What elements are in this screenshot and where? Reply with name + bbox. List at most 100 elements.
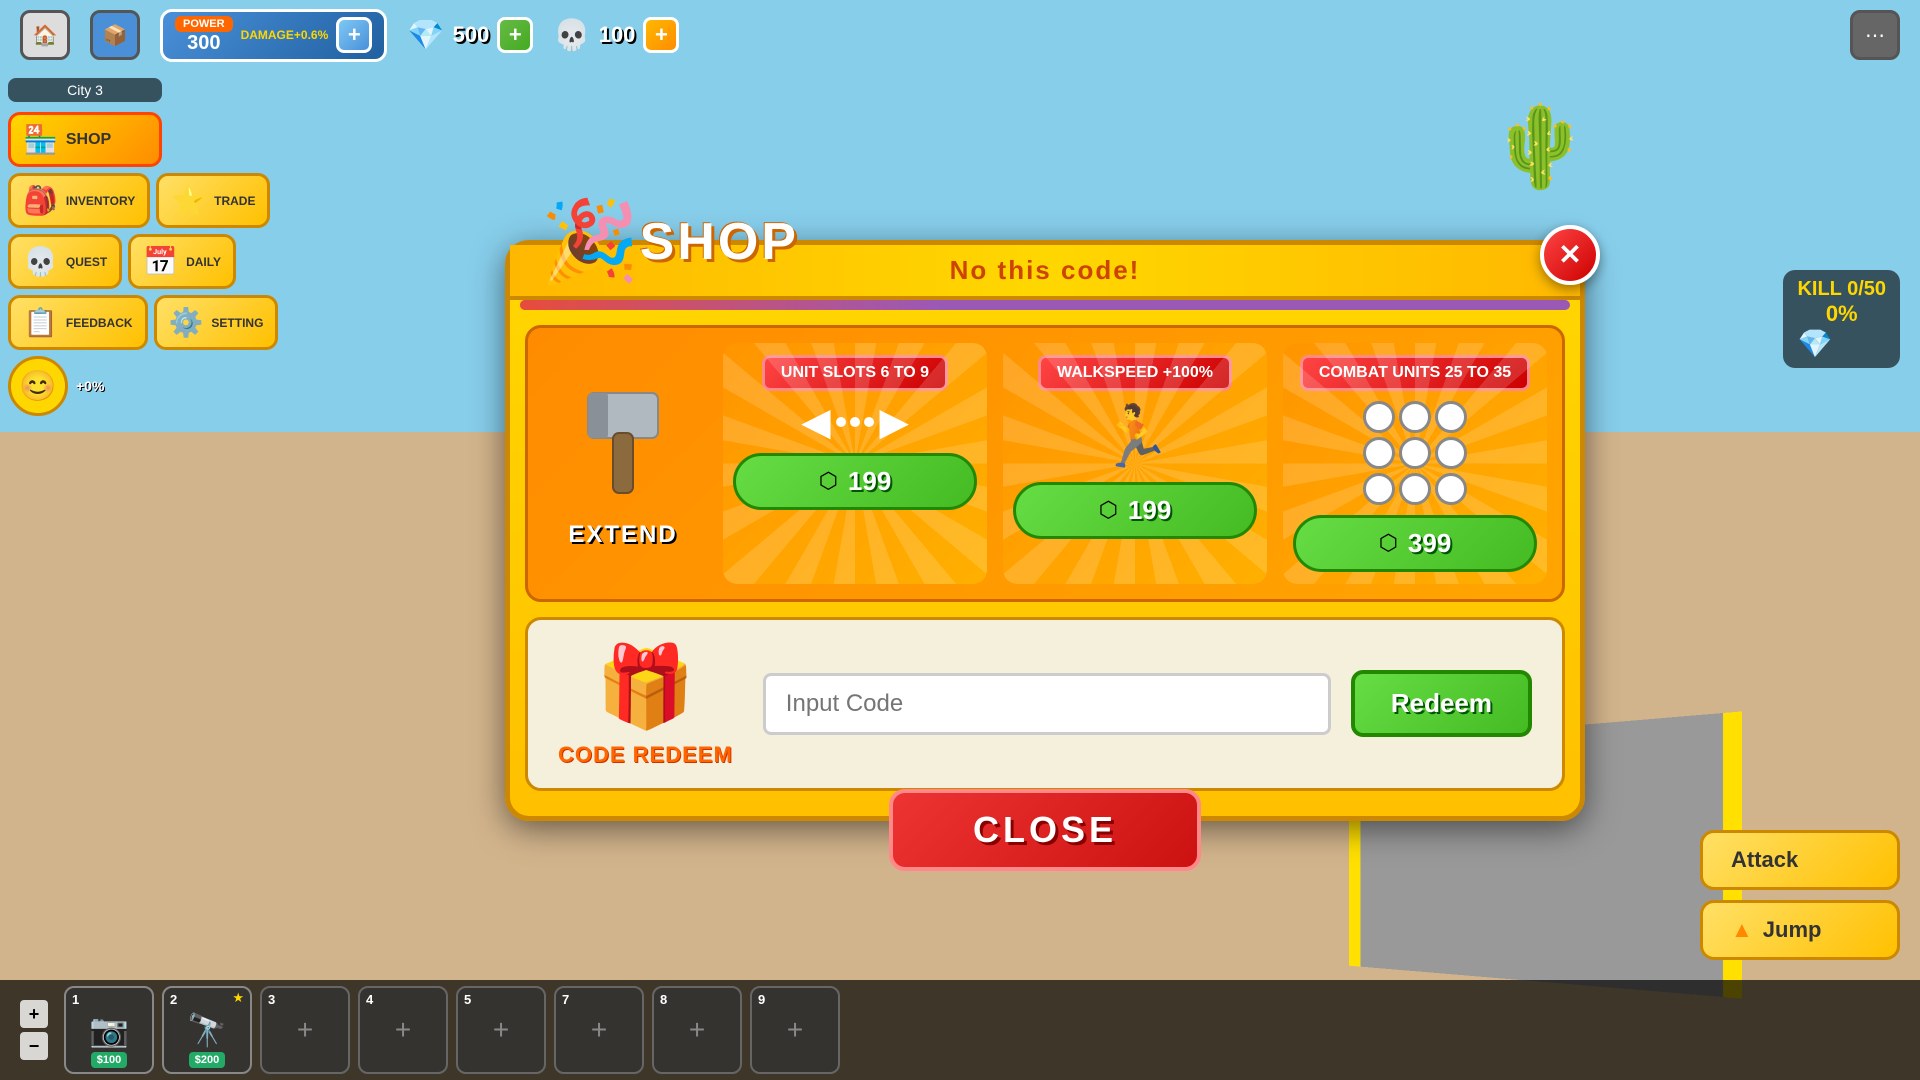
product-cards: UNIT SLOTS 6 TO 9 ◀ ▶ ⬡ (723, 343, 1547, 584)
shop-title: SHOP (640, 212, 799, 272)
shop-modal: 🎉 SHOP No this code! ✕ (505, 240, 1585, 821)
hotbar-slot-8[interactable]: 9 + (750, 986, 840, 1074)
quest-icon: 💀 (23, 245, 58, 278)
slot-1-number: 1 (72, 992, 79, 1007)
redeem-section: 🎁 CODE REDEEM Redeem (525, 617, 1565, 791)
hotbar-slot-4[interactable]: 4 + (358, 986, 448, 1074)
power-value: 300 (187, 32, 220, 55)
gems-block: 💎 500 + (407, 17, 533, 53)
zoom-in-btn[interactable]: + (20, 1000, 48, 1028)
menu-btn-1[interactable]: 🏠 (20, 10, 70, 60)
slot-6-add: + (591, 1014, 607, 1046)
city-label: City 3 (8, 78, 162, 102)
hotbar-slot-7[interactable]: 8 + (652, 986, 742, 1074)
zoom-out-btn[interactable]: − (20, 1032, 48, 1060)
close-main-button[interactable]: CLOSE (889, 789, 1201, 871)
kills-value: 100 (599, 22, 636, 48)
bottom-hotbar: + − 1 📷 $100 2 ★ 🔭 $200 3 + 4 + 5 + 7 + … (0, 980, 1920, 1080)
redeem-label: CODE REDEEM (558, 742, 733, 768)
player-info: 😊 +0% (8, 356, 162, 416)
units-grid (1363, 401, 1467, 505)
damage-value: DAMAGE+0.6% (241, 28, 329, 42)
unit-9 (1435, 473, 1467, 505)
right-arrow-icon: ▶ (880, 401, 908, 443)
slot-2-icon: 🔭 (187, 1011, 227, 1049)
unit-5 (1399, 437, 1431, 469)
product-card-combat-units: COMBAT UNITS 25 TO 35 (1283, 343, 1547, 584)
redeem-button[interactable]: Redeem (1351, 670, 1532, 737)
menu-btn-2[interactable]: 📦 (90, 10, 140, 60)
left-sidebar: City 3 🏪 SHOP 🎒 INVENTORY ⭐ TRADE 💀 QUES… (0, 70, 170, 424)
inventory-icon: 🎒 (23, 184, 58, 217)
slot-2-number: 2 (170, 992, 177, 1007)
slot-1-icon: 📷 (89, 1011, 129, 1049)
product-card-walkspeed: WALKSPEED +100% 🏃 ⬡ 199 (1003, 343, 1267, 584)
gift-area: 🎁 CODE REDEEM (558, 640, 733, 768)
unit-7 (1363, 473, 1395, 505)
code-input[interactable] (763, 673, 1331, 735)
slot-8-add: + (787, 1014, 803, 1046)
robux-icon-2: ⬡ (1099, 497, 1118, 523)
sidebar-row-4: 📋 FEEDBACK ⚙️ SETTING (8, 295, 162, 350)
slot-4-add: + (395, 1014, 411, 1046)
hotbar-slot-6[interactable]: 7 + (554, 986, 644, 1074)
unit-4 (1363, 437, 1395, 469)
add-gems-btn[interactable]: + (497, 17, 533, 53)
modal-footer: CLOSE (510, 806, 1580, 816)
skull-icon: 💀 (553, 18, 590, 53)
extend-label: EXTEND (568, 521, 677, 549)
slot-8-number: 9 (758, 992, 765, 1007)
dot-2 (850, 417, 860, 427)
unit-2 (1399, 401, 1431, 433)
quest-label: QUEST (66, 255, 107, 269)
arrows-visual: ◀ ▶ (802, 401, 907, 443)
gift-icon: 🎁 (596, 640, 696, 734)
slot-1-price: $100 (91, 1052, 127, 1068)
dot-1 (836, 417, 846, 427)
product-card-unit-slots: UNIT SLOTS 6 TO 9 ◀ ▶ ⬡ (723, 343, 987, 584)
shop-icon: 🏪 (23, 123, 58, 156)
top-hud: 🏠 📦 POWER 300 DAMAGE+0.6% + 💎 500 + 💀 10… (0, 0, 1920, 70)
progress-bar (520, 300, 1570, 310)
gem-icon: 💎 (407, 18, 444, 53)
close-x-btn[interactable]: ✕ (1540, 225, 1600, 285)
hammer-icon (558, 378, 688, 513)
slot-6-number: 7 (562, 992, 569, 1007)
slot-7-add: + (689, 1014, 705, 1046)
buy-btn-2[interactable]: ⬡ 199 (1013, 482, 1257, 539)
sidebar-item-quest[interactable]: 💀 QUEST (8, 234, 122, 289)
combat-units-label: COMBAT UNITS 25 TO 35 (1300, 355, 1530, 391)
sidebar-item-feedback[interactable]: 📋 FEEDBACK (8, 295, 148, 350)
buy-btn-1[interactable]: ⬡ 199 (733, 453, 977, 510)
hotbar-slot-1[interactable]: 1 📷 $100 (64, 986, 154, 1074)
close-x-icon: ✕ (1558, 238, 1581, 271)
sidebar-item-inventory[interactable]: 🎒 INVENTORY (8, 173, 150, 228)
unit-3 (1435, 401, 1467, 433)
hotbar-slot-2[interactable]: 2 ★ 🔭 $200 (162, 986, 252, 1074)
slot-3-number: 3 (268, 992, 275, 1007)
buy-btn-3[interactable]: ⬡ 399 (1293, 515, 1537, 572)
redeem-btn-label: Redeem (1391, 688, 1492, 718)
shop-header-decoration: 🎉 SHOP (540, 195, 799, 289)
slot-7-number: 8 (660, 992, 667, 1007)
unit-slots-label: UNIT SLOTS 6 TO 9 (762, 355, 948, 391)
sidebar-row-3: 💀 QUEST 📅 DAILY (8, 234, 162, 289)
extend-area: EXTEND (543, 378, 703, 549)
avatar[interactable]: 😊 (8, 356, 68, 416)
slot-2-star: ★ (232, 990, 244, 1006)
more-btn[interactable]: ⋯ (1850, 10, 1900, 60)
sidebar-item-shop[interactable]: 🏪 SHOP (8, 112, 162, 167)
notification-text: No this code! (950, 255, 1141, 285)
unit-6 (1435, 437, 1467, 469)
hotbar-slot-3[interactable]: 3 + (260, 986, 350, 1074)
hotbar-slot-5[interactable]: 5 + (456, 986, 546, 1074)
gems-value: 500 (453, 22, 490, 48)
shop-label: SHOP (66, 131, 111, 149)
code-input-area: Redeem (763, 670, 1532, 737)
shop-mascot-icon: 🎉 (540, 195, 640, 289)
left-arrow-icon: ◀ (802, 401, 830, 443)
add-power-btn[interactable]: + (336, 17, 372, 53)
dots-visual (836, 417, 874, 427)
inventory-label: INVENTORY (66, 194, 135, 208)
add-kills-btn[interactable]: + (643, 17, 679, 53)
